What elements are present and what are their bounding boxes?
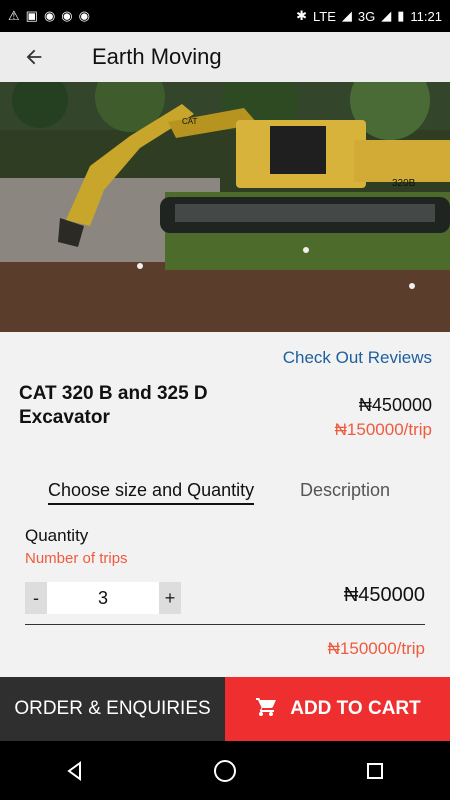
- whatsapp-icon: ◉: [61, 8, 73, 23]
- tab-choose-size[interactable]: Choose size and Quantity: [48, 480, 255, 505]
- product-info: Check Out Reviews CAT 320 B and 325 D Ex…: [0, 332, 450, 465]
- add-to-cart-label: ADD TO CART: [290, 698, 421, 719]
- excavator-photo: 320B CAT: [0, 82, 450, 332]
- home-nav-icon[interactable]: [205, 751, 245, 791]
- product-name: CAT 320 B and 325 D Excavator: [19, 383, 208, 428]
- price-divider: [25, 624, 425, 625]
- back-nav-icon[interactable]: [55, 751, 95, 791]
- quantity-input[interactable]: 3: [47, 582, 159, 614]
- image-brand-text: CAT: [182, 117, 198, 126]
- status-icons-left: ⚠ ▣ ◉ ◉ ◉: [8, 8, 90, 24]
- back-arrow-icon[interactable]: [12, 35, 56, 79]
- image-model-text: 320B: [392, 178, 416, 189]
- status-time: 11:21: [410, 8, 442, 24]
- quantity-stepper[interactable]: - 3 +: [25, 582, 181, 614]
- order-enquiries-button[interactable]: ORDER & ENQUIRIES: [0, 677, 225, 741]
- recents-nav-icon[interactable]: [355, 751, 395, 791]
- product-price-per-trip: ₦150000/trip: [334, 420, 432, 439]
- quantity-total-price: ₦450000: [343, 584, 425, 606]
- network-lte: LTE: [313, 8, 336, 24]
- product-price: ₦450000: [358, 395, 432, 415]
- number-of-trips-label: Number of trips: [25, 550, 128, 567]
- product-tabs: Choose size and Quantity Description: [0, 464, 450, 514]
- network-3g: 3G: [357, 8, 376, 24]
- android-nav-bar: [0, 741, 450, 800]
- image-icon: ▣: [25, 8, 38, 23]
- quantity-price-per-trip: ₦150000/trip: [327, 639, 425, 658]
- app-bar: Earth Moving: [0, 32, 450, 82]
- signal-icon: ◢: [341, 8, 352, 23]
- page-title: Earth Moving: [92, 44, 222, 69]
- bottom-actions: ORDER & ENQUIRIES ADD TO CART: [0, 677, 450, 741]
- bluetooth-icon: ✱: [296, 8, 308, 23]
- whatsapp-icon: ◉: [78, 8, 90, 23]
- add-to-cart-button[interactable]: ADD TO CART: [225, 677, 450, 741]
- tab-description[interactable]: Description: [300, 480, 390, 501]
- check-reviews-link[interactable]: Check Out Reviews: [283, 348, 432, 368]
- product-image: 320B CAT: [0, 82, 450, 332]
- status-icons-right: ✱ LTE ◢ 3G ◢ ▮ 11:21: [296, 8, 442, 24]
- increase-quantity-button[interactable]: +: [159, 582, 181, 614]
- quantity-label: Quantity: [25, 526, 89, 545]
- cart-icon: [254, 694, 278, 724]
- quantity-section: Quantity Number of trips - 3 + ₦450000 ₦…: [0, 514, 450, 677]
- status-bar: ⚠ ▣ ◉ ◉ ◉ ✱ LTE ◢ 3G ◢ ▮ 11:21: [0, 0, 450, 32]
- battery-icon: ▮: [397, 8, 405, 23]
- whatsapp-icon: ◉: [43, 8, 56, 23]
- decrease-quantity-button[interactable]: -: [25, 582, 47, 614]
- signal-icon: ◢: [381, 8, 392, 23]
- warning-icon: ⚠: [8, 8, 20, 23]
